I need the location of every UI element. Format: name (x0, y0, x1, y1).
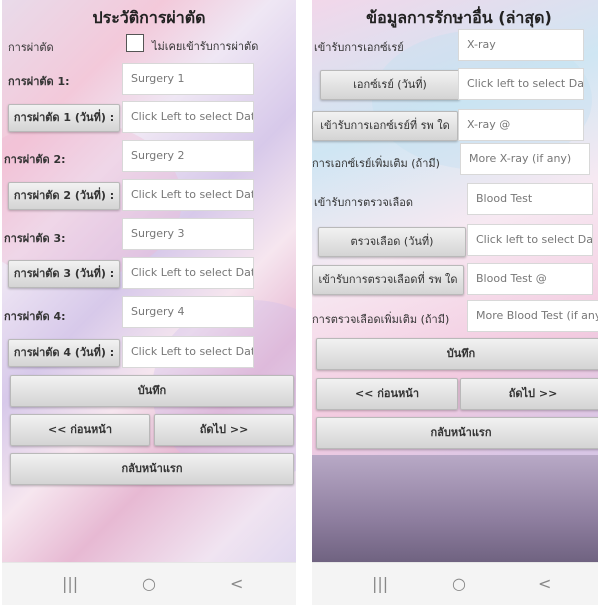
surgery-2-date-button[interactable]: การผ่าตัด 2 (วันที่) : (8, 182, 120, 210)
never-surgery-checkbox[interactable] (126, 34, 144, 52)
xray-more-label: การเอกซ์เรย์เพิ่มเติม (ถ้ามี) (312, 157, 440, 170)
surgery-1-date-button[interactable]: การผ่าตัด 1 (วันที่) : (8, 104, 120, 132)
surgery-2-input[interactable]: Surgery 2 (122, 140, 254, 172)
surgery-1-label: การผ่าตัด 1: (8, 75, 70, 88)
xray-date-input[interactable]: Click left to select Date (458, 68, 584, 100)
surgery-4-label: การผ่าตัด 4: (4, 310, 66, 323)
android-nav-bar: ||| ○ < (312, 562, 598, 605)
next-button[interactable]: ถัดไป >> (460, 378, 598, 410)
other-treatment-screen: ข้อมูลการรักษาอื่น (ล่าสุด) เข้ารับการเอ… (312, 0, 598, 605)
surgery-history-screen: ประวัติการผ่าตัด การผ่าตัด ไม่เคยเข้ารับ… (2, 0, 296, 605)
home-icon[interactable]: ○ (142, 574, 156, 593)
surgery-2-date-input[interactable]: Click Left to select Date (122, 179, 254, 211)
xray-more-input[interactable]: More X-ray (if any) (460, 143, 590, 175)
blood-more-label: การตรวจเลือดเพิ่มเติม (ถ้ามี) (312, 313, 450, 326)
blood-hospital-button[interactable]: เข้ารับการตรวจเลือดที่ รพ ใด (312, 265, 464, 295)
surgery-4-input[interactable]: Surgery 4 (122, 296, 254, 328)
surgery-1-date-input[interactable]: Click Left to select Date (122, 101, 254, 133)
surgery-3-input[interactable]: Surgery 3 (122, 218, 254, 250)
xray-hospital-button[interactable]: เข้ารับการเอกซ์เรย์ที่ รพ ใด (312, 111, 458, 141)
home-icon[interactable]: ○ (452, 574, 466, 593)
blood-date-input[interactable]: Click left to select Date (467, 224, 593, 256)
previous-button[interactable]: << ก่อนหน้า (10, 414, 150, 446)
surgery-1-input[interactable]: Surgery 1 (122, 63, 254, 95)
save-button[interactable]: บันทึก (316, 338, 598, 370)
android-nav-bar: ||| ○ < (2, 562, 296, 605)
next-button[interactable]: ถัดไป >> (154, 414, 294, 446)
blood-date-button[interactable]: ตรวจเลือด (วันที่) (318, 227, 466, 257)
surgery-label: การผ่าตัด (8, 41, 54, 54)
save-button[interactable]: บันทึก (10, 375, 294, 407)
blood-more-input[interactable]: More Blood Test (if any) (467, 300, 598, 332)
xray-input[interactable]: X-ray (458, 29, 584, 61)
home-button[interactable]: กลับหน้าแรก (316, 417, 598, 449)
page-title: ข้อมูลการรักษาอื่น (ล่าสุด) (366, 8, 552, 27)
surgery-3-label: การผ่าตัด 3: (4, 232, 66, 245)
background-dark-band (312, 455, 598, 563)
surgery-4-date-input[interactable]: Click Left to select Date (122, 336, 254, 368)
surgery-3-date-input[interactable]: Click Left to select Date (122, 257, 254, 289)
xray-hospital-input[interactable]: X-ray @ (458, 109, 584, 141)
never-surgery-label: ไม่เคยเข้ารับการผ่าตัด (152, 40, 259, 53)
surgery-2-label: การผ่าตัด 2: (4, 153, 66, 166)
blood-hospital-input[interactable]: Blood Test @ (467, 263, 593, 295)
surgery-4-date-button[interactable]: การผ่าตัด 4 (วันที่) : (8, 339, 120, 367)
xray-date-button[interactable]: เอกซ์เรย์ (วันที่) (320, 70, 460, 100)
surgery-3-date-button[interactable]: การผ่าตัด 3 (วันที่) : (8, 260, 120, 288)
blood-label: เข้ารับการตรวจเลือด (314, 196, 414, 209)
home-button[interactable]: กลับหน้าแรก (10, 453, 294, 485)
blood-input[interactable]: Blood Test (467, 183, 593, 215)
recent-apps-icon[interactable]: ||| (372, 574, 388, 593)
back-icon[interactable]: < (538, 574, 551, 593)
previous-button[interactable]: << ก่อนหน้า (316, 378, 458, 410)
back-icon[interactable]: < (230, 574, 243, 593)
xray-label: เข้ารับการเอกซ์เรย์ (314, 41, 404, 54)
recent-apps-icon[interactable]: ||| (62, 574, 78, 593)
page-title: ประวัติการผ่าตัด (92, 8, 206, 27)
